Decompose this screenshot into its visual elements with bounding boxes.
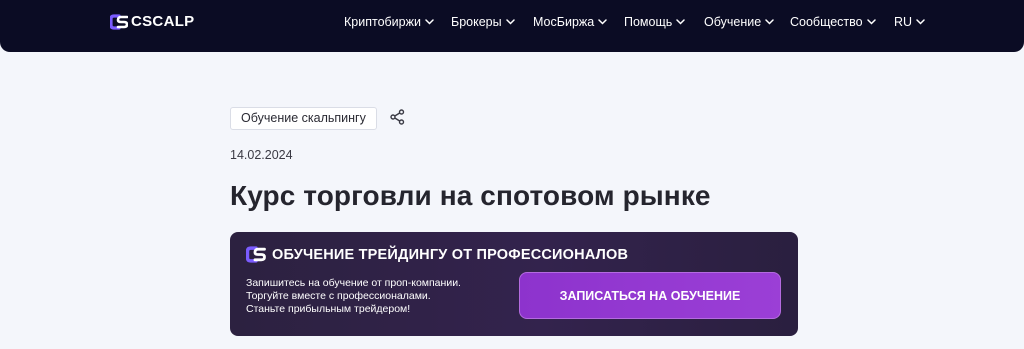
chevron-down-icon bbox=[916, 19, 925, 25]
top-navigation-bar: CSCALP Криптобиржи Брокеры МосБиржа Помо… bbox=[0, 0, 1024, 52]
nav-item-label: Криптобиржи bbox=[344, 15, 421, 29]
category-tag[interactable]: Обучение скальпингу bbox=[230, 107, 377, 130]
nav-item-label: МосБиржа bbox=[533, 15, 595, 29]
nav-item-label: Обучение bbox=[704, 15, 762, 29]
chevron-down-icon bbox=[676, 19, 686, 25]
chevron-down-icon bbox=[765, 19, 774, 25]
nav-item-crypto-exchanges[interactable]: Криптобиржи bbox=[344, 15, 434, 29]
nav-item-help[interactable]: Помощь bbox=[624, 15, 686, 29]
chevron-down-icon bbox=[598, 19, 607, 25]
promo-line: Запишитесь на обучение от проп-компании. bbox=[246, 277, 461, 289]
nav-item-moex[interactable]: МосБиржа bbox=[533, 15, 607, 29]
nav-item-label: Сообщество bbox=[790, 15, 863, 29]
share-icon bbox=[390, 109, 405, 125]
page-title: Курс торговли на спотовом рынке bbox=[230, 180, 711, 211]
chevron-down-icon bbox=[505, 19, 515, 25]
promo-line: Станьте прибыльным трейдером! bbox=[246, 303, 411, 315]
nav-item-label: Помощь bbox=[624, 15, 673, 29]
share-button[interactable] bbox=[390, 109, 405, 130]
nav-item-label: Брокеры bbox=[451, 15, 502, 29]
cscalp-logo-icon bbox=[246, 246, 266, 263]
promo-title: ОБУЧЕНИЕ ТРЕЙДИНГУ ОТ ПРОФЕССИОНАЛОВ bbox=[272, 246, 629, 263]
chevron-down-icon bbox=[425, 19, 434, 25]
promo-line: Торгуйте вместе с профессионалами. bbox=[246, 290, 431, 302]
promo-description: Запишитесь на обучение от проп-компании.… bbox=[246, 277, 506, 316]
publish-date: 14.02.2024 bbox=[230, 148, 293, 162]
nav-item-education[interactable]: Обучение bbox=[704, 15, 774, 29]
nav-item-community[interactable]: Сообщество bbox=[790, 15, 876, 29]
signup-course-button[interactable]: ЗАПИСАТЬСЯ НА ОБУЧЕНИЕ bbox=[519, 272, 781, 319]
nav-item-brokers[interactable]: Брокеры bbox=[451, 15, 515, 29]
language-label: RU bbox=[894, 15, 913, 29]
chevron-down-icon bbox=[866, 19, 876, 25]
promo-banner: ОБУЧЕНИЕ ТРЕЙДИНГУ ОТ ПРОФЕССИОНАЛОВ Зап… bbox=[230, 232, 798, 336]
language-switcher[interactable]: RU bbox=[894, 15, 925, 29]
main-nav: Криптобиржи Брокеры МосБиржа Помощь Обуч… bbox=[0, 0, 1024, 44]
promo-header: ОБУЧЕНИЕ ТРЕЙДИНГУ ОТ ПРОФЕССИОНАЛОВ bbox=[246, 246, 628, 263]
